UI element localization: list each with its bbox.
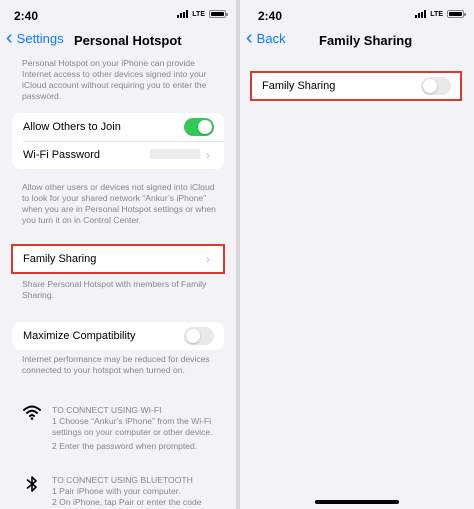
personal-hotspot-screen: 2:40 LTE ‹ Settings Personal Hotspot Per… xyxy=(0,0,236,509)
family-sharing-row[interactable]: Family Sharing › xyxy=(12,245,224,273)
toggle-knob xyxy=(186,329,200,343)
wifi-instructions-step-1: 1 Choose “Ankur’s iPhone” from the Wi-Fi… xyxy=(52,416,213,437)
chevron-right-icon: › xyxy=(206,252,210,266)
page-title: Personal Hotspot xyxy=(74,33,182,48)
status-bar: 2:40 LTE xyxy=(240,0,474,28)
wifi-password-label: Wi-Fi Password xyxy=(23,149,101,161)
signal-icon xyxy=(415,10,427,18)
bluetooth-instructions-step-2: 2 On iPhone, tap Pair or enter the code xyxy=(52,497,202,507)
family-sharing-group: Family Sharing xyxy=(251,72,461,100)
family-sharing-row[interactable]: Family Sharing xyxy=(251,72,461,100)
status-time: 2:40 xyxy=(258,9,283,23)
wifi-icon xyxy=(23,405,41,420)
intro-note: Personal Hotspot on your iPhone can prov… xyxy=(22,58,207,101)
maximize-compatibility-row[interactable]: Maximize Compatibility xyxy=(12,322,224,350)
status-bar: 2:40 LTE xyxy=(0,0,236,28)
family-sharing-label: Family Sharing xyxy=(23,253,97,265)
back-button-label: Back xyxy=(256,30,286,46)
allow-others-toggle[interactable] xyxy=(184,118,214,136)
status-icons: LTE xyxy=(415,10,466,18)
wifi-instructions-heading: TO CONNECT USING WI-FI xyxy=(52,405,162,415)
nav-bar: ‹ Settings Personal Hotspot xyxy=(0,28,236,52)
bluetooth-instructions: TO CONNECT USING BLUETOOTH 1 Pair iPhone… xyxy=(52,475,220,508)
wifi-instructions-step-2: 2 Enter the password when prompted. xyxy=(52,441,198,451)
chevron-right-icon: › xyxy=(206,148,210,162)
toggle-knob xyxy=(423,79,437,93)
maximize-compatibility-label: Maximize Compatibility xyxy=(23,330,136,342)
back-button[interactable]: ‹ Back xyxy=(246,27,286,49)
page-title: Family Sharing xyxy=(319,33,413,48)
signal-icon xyxy=(177,10,189,18)
maximize-compatibility-toggle[interactable] xyxy=(184,327,214,345)
maximize-compatibility-note: Internet performance may be reduced for … xyxy=(22,354,210,375)
join-settings-group: Allow Others to Join Wi-Fi Password › xyxy=(12,113,224,169)
allow-others-row[interactable]: Allow Others to Join xyxy=(12,113,224,141)
network-type: LTE xyxy=(192,10,205,18)
status-icons: LTE xyxy=(177,10,228,18)
bluetooth-instructions-step-1: 1 Pair iPhone with your computer. xyxy=(52,486,181,496)
wifi-password-value xyxy=(150,149,200,159)
wifi-instructions: TO CONNECT USING WI-FI 1 Choose “Ankur’s… xyxy=(52,405,220,452)
toggle-knob xyxy=(198,120,212,134)
back-button-label: Settings xyxy=(16,30,64,46)
wifi-password-row[interactable]: Wi-Fi Password › xyxy=(12,141,224,169)
family-sharing-toggle[interactable] xyxy=(421,77,451,95)
chevron-left-icon: ‹ xyxy=(246,27,253,49)
family-sharing-screen: 2:40 LTE ‹ Back Family Sharing Family Sh… xyxy=(240,0,474,509)
allow-others-label: Allow Others to Join xyxy=(23,121,121,133)
icloud-note: Allow other users or devices not signed … xyxy=(22,182,216,225)
back-button[interactable]: ‹ Settings xyxy=(6,27,64,49)
network-type: LTE xyxy=(430,10,443,18)
bluetooth-instructions-heading: TO CONNECT USING BLUETOOTH xyxy=(52,475,193,485)
battery-icon xyxy=(447,10,466,18)
battery-icon xyxy=(209,10,228,18)
status-time: 2:40 xyxy=(14,9,39,23)
chevron-left-icon: ‹ xyxy=(6,27,13,49)
home-indicator[interactable] xyxy=(315,500,399,504)
bluetooth-icon xyxy=(26,476,37,492)
compatibility-group: Maximize Compatibility xyxy=(12,322,224,350)
family-sharing-group: Family Sharing › xyxy=(12,245,224,273)
family-sharing-label: Family Sharing xyxy=(262,80,336,92)
nav-bar: ‹ Back Family Sharing xyxy=(240,28,474,52)
family-sharing-note: Share Personal Hotspot with members of F… xyxy=(22,279,207,300)
